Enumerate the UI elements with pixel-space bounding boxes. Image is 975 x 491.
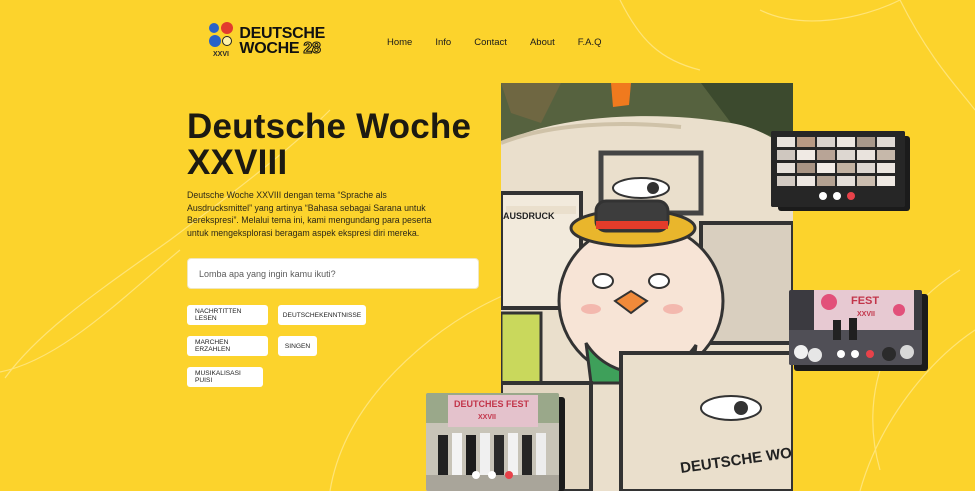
logo-mark-text: XXVI <box>213 51 229 58</box>
chip-deutschekenntnisse[interactable]: DEUTSCHEKENNTNISSE <box>278 305 366 325</box>
nav-faq[interactable]: F.A.Q <box>578 37 602 48</box>
logo-mark-icon: XXVI <box>207 20 233 62</box>
chip-musikalisasi-puisi[interactable]: MUSIKALISASI PUISI <box>187 367 263 387</box>
competition-search-input[interactable] <box>188 259 478 288</box>
main-nav: Home Info Contact About F.A.Q <box>387 37 625 48</box>
festival-banner-sub: XXVII <box>857 311 875 318</box>
group-banner-sub: XXVII <box>478 414 496 421</box>
nav-info[interactable]: Info <box>435 37 451 48</box>
chip-nachrtitten-lesen[interactable]: NACHRTITTEN LESEN <box>187 305 268 325</box>
competition-search <box>187 258 479 289</box>
page-title: Deutsche Woche XXVIII <box>187 107 472 182</box>
nav-about[interactable]: About <box>530 37 555 48</box>
tote-print-top: AUSDRUCK <box>503 211 555 221</box>
site-logo[interactable]: XXVI DEUTSCHE WOCHE 28 <box>207 20 325 62</box>
festival-banner-text: FEST <box>851 295 879 307</box>
hero-description: Deutsche Woche XXVIII dengan tema “Sprac… <box>187 190 432 238</box>
zoom-meeting-photo <box>771 131 905 207</box>
group-photo: DEUTCHES FEST XXVII <box>426 393 559 491</box>
nav-contact[interactable]: Contact <box>474 37 507 48</box>
nav-home[interactable]: Home <box>387 37 412 48</box>
chip-singen[interactable]: SINGEN <box>278 336 317 356</box>
festival-stage-photo: FEST XXVII <box>789 290 922 365</box>
logo-wordmark: DEUTSCHE WOCHE 28 <box>239 25 325 58</box>
group-banner-text: DEUTCHES FEST <box>454 399 530 409</box>
chip-marchen-erzahlen[interactable]: MARCHEN ERZAHLEN <box>187 336 268 356</box>
